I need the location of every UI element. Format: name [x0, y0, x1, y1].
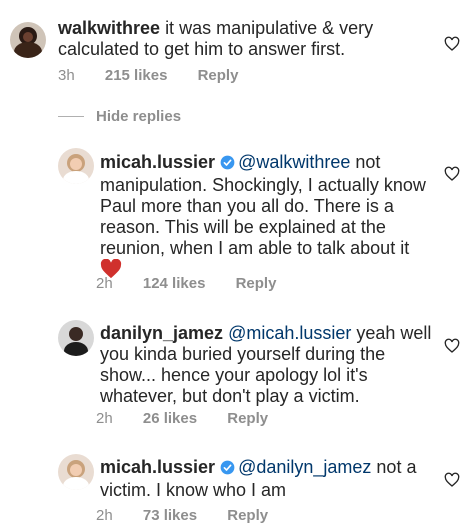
comment-line: not [355, 152, 381, 172]
comment-line: calculated to get him to answer first. [58, 39, 346, 59]
reply-button[interactable]: Reply [227, 507, 268, 524]
comment-username[interactable]: micah.lussier [100, 152, 215, 172]
comment-time: 3h [58, 67, 75, 84]
comment-text: micah.lussier @walkwithree not manipulati… [100, 152, 440, 284]
comment-line: reason. This will be explained at the [100, 217, 386, 237]
comment-likes[interactable]: 73 likes [143, 507, 197, 524]
verified-badge-icon [220, 154, 235, 175]
avatar[interactable] [10, 22, 46, 58]
comment-meta: 3h 215 likes Reply [58, 67, 264, 84]
comment-meta: 2h 26 likes Reply [96, 410, 294, 427]
comment-line: reunion, when I am able to talk about it [100, 238, 410, 258]
mention-link[interactable]: @walkwithree [238, 152, 350, 172]
mention-link[interactable]: @micah.lussier [228, 323, 351, 343]
comment-time: 2h [96, 410, 113, 427]
comment-line: you kinda buried yourself during the [100, 344, 386, 364]
comment-username[interactable]: walkwithree [58, 18, 160, 38]
reply-button[interactable]: Reply [198, 67, 239, 84]
comment-username[interactable]: danilyn_jamez [100, 323, 223, 343]
hide-replies-label: Hide replies [96, 108, 182, 125]
verified-badge-icon [220, 459, 235, 480]
comment-line: whatever, but don't play a victim. [100, 386, 360, 406]
comment-line: show... hence your apology lol it's [100, 365, 368, 385]
comment-thread: walkwithree it was manipulative & very c… [0, 0, 474, 529]
heart-outline-icon[interactable] [444, 166, 460, 182]
avatar[interactable] [58, 454, 94, 490]
comment-text: micah.lussier @danilyn_jamez not a victim… [100, 457, 440, 501]
comment-line: victim. I know who I am [100, 480, 287, 500]
mention-link[interactable]: @danilyn_jamez [238, 457, 371, 477]
comment-line: not a [376, 457, 417, 477]
comment-meta: 2h 124 likes Reply [96, 275, 302, 292]
comment-username[interactable]: micah.lussier [100, 457, 215, 477]
comment-line: Paul more than you all do. There is a [100, 196, 394, 216]
comment-line: manipulation. Shockingly, I actually kno… [100, 175, 426, 195]
heart-outline-icon[interactable] [444, 36, 460, 52]
reply-button[interactable]: Reply [227, 410, 268, 427]
comment-line: it was manipulative & very [165, 18, 374, 38]
hide-replies-button[interactable]: Hide replies [58, 108, 181, 125]
comment-likes[interactable]: 124 likes [143, 275, 206, 292]
reply-button[interactable]: Reply [236, 275, 277, 292]
comment-likes[interactable]: 215 likes [105, 67, 168, 84]
comment-text: walkwithree it was manipulative & very c… [58, 18, 438, 60]
divider [58, 116, 84, 117]
avatar[interactable] [58, 320, 94, 356]
heart-outline-icon[interactable] [444, 338, 460, 354]
comment-line: yeah well [356, 323, 432, 343]
avatar[interactable] [58, 148, 94, 184]
heart-outline-icon[interactable] [444, 472, 460, 488]
comment-likes[interactable]: 26 likes [143, 410, 197, 427]
comment-time: 2h [96, 507, 113, 524]
comment-time: 2h [96, 275, 113, 292]
comment-meta: 2h 73 likes Reply [96, 507, 294, 524]
comment-text: danilyn_jamez @micah.lussier yeah well y… [100, 323, 440, 407]
